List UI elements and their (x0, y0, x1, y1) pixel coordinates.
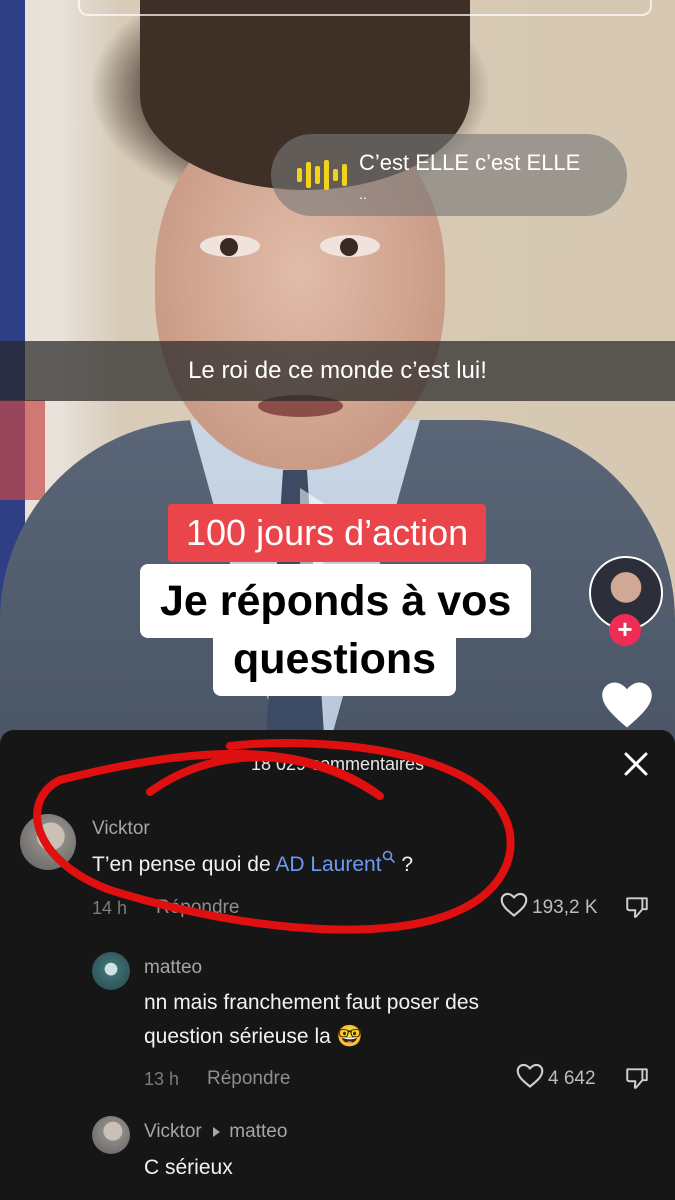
reply-arrow-icon (213, 1126, 221, 1137)
avatar[interactable] (92, 1116, 130, 1154)
overlay-title-red: 100 jours d’action (168, 504, 487, 562)
sound-title: C’est ELLE c’est ELLE (359, 150, 581, 175)
avatar[interactable] (20, 814, 76, 870)
comment-text-part: T’en pense quoi de (92, 853, 276, 876)
comment-text-line-2: question sérieuse la 🤓 (144, 1025, 363, 1048)
video-like-heart-icon[interactable] (600, 680, 654, 730)
reply-button[interactable]: Répondre (156, 897, 239, 919)
search-link-label: AD Laurent (275, 853, 382, 876)
comment-text-line-1: nn mais franchement faut poser des (144, 991, 480, 1014)
sound-pill[interactable]: C’est ELLE c’est ELLE .. (271, 134, 627, 216)
dislike-icon[interactable] (624, 894, 650, 920)
comment-username-label: Vicktor (144, 1121, 202, 1142)
video-player[interactable]: C’est ELLE c’est ELLE .. Le roi de ce mo… (0, 0, 675, 745)
reply-to-username[interactable]: matteo (229, 1121, 287, 1142)
comments-panel: 18 029 commentaires Vicktor T’en pense q… (0, 730, 675, 1200)
comment-like-count: 4 642 (548, 1068, 596, 1089)
comment-username[interactable]: matteo (144, 957, 202, 979)
comment-text: T’en pense quoi de AD Laurent ? (92, 848, 413, 882)
comment-text: C sérieux (144, 1156, 233, 1179)
search-link[interactable]: AD Laurent (275, 850, 395, 876)
search-bar[interactable] (78, 0, 652, 16)
avatar[interactable] (92, 952, 130, 990)
comment-time: 14 h (92, 898, 128, 918)
sound-wave-icon (297, 158, 347, 192)
comment-like-count: 193,2 K (532, 897, 598, 918)
flag-background (0, 400, 45, 500)
video-subject-eye-right (320, 235, 380, 257)
close-icon[interactable] (622, 750, 650, 778)
comment-like-heart-icon[interactable] (500, 892, 528, 918)
video-subject-eye-left (200, 235, 260, 257)
comment-text-part: ? (395, 853, 414, 876)
reply-button[interactable]: Répondre (207, 1068, 290, 1090)
dislike-icon[interactable] (624, 1065, 650, 1091)
follow-button[interactable]: + (609, 614, 641, 646)
comment-username[interactable]: Vicktor matteo (144, 1121, 287, 1143)
caption-band: Le roi de ce monde c’est lui! (0, 341, 675, 401)
video-caption: Le roi de ce monde c’est lui! (188, 357, 487, 384)
sound-subtitle: .. (359, 186, 367, 202)
comment-like-heart-icon[interactable] (516, 1063, 544, 1089)
comments-count: 18 029 commentaires (250, 754, 425, 774)
overlay-line-2: questions (213, 626, 457, 696)
comment-time: 13 h (144, 1069, 180, 1089)
comment-username[interactable]: Vicktor (92, 818, 150, 840)
search-icon (382, 850, 395, 864)
